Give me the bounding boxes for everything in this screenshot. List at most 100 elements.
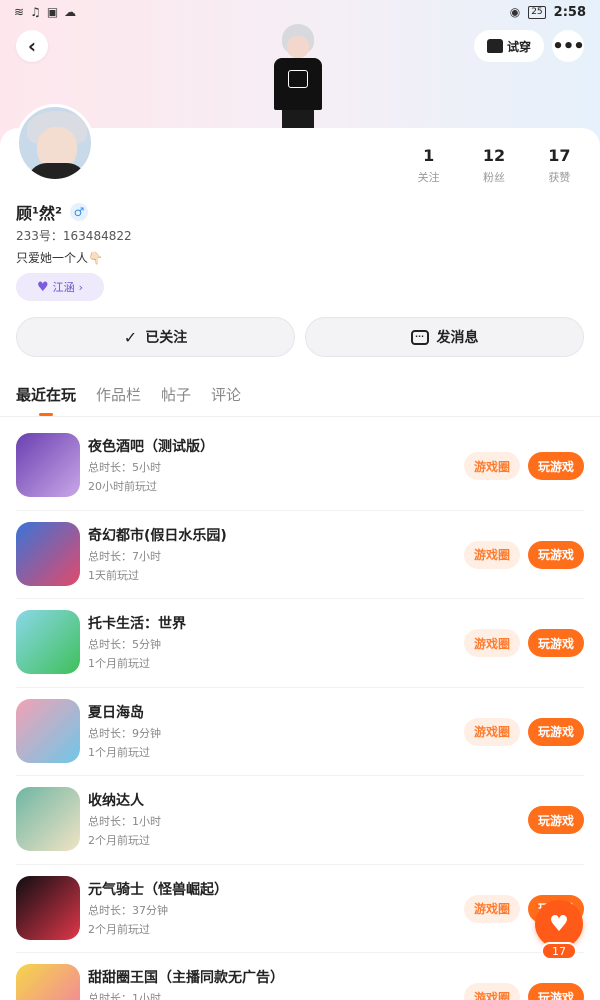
game-last-played: 2个月前玩过 — [88, 834, 150, 847]
game-circle-button[interactable]: 游戏圈 — [464, 629, 520, 657]
tag-label: 江涵 — [52, 281, 75, 294]
back-arrow-icon: ‹ — [27, 34, 37, 58]
game-row[interactable]: 夜色酒吧（测试版） 总时长：5小时 20小时前玩过 游戏圈 玩游戏 — [16, 422, 584, 511]
name-row: 顾¹然² ♂ — [16, 200, 89, 224]
stat-likes[interactable]: 17 获赞 — [527, 146, 592, 185]
game-duration: 总时长：5小时 — [88, 461, 161, 474]
more-button[interactable]: ••• — [552, 30, 585, 62]
game-list: 夜色酒吧（测试版） 总时长：5小时 20小时前玩过 游戏圈 玩游戏 奇幻都市(假日水乐园)… — [0, 422, 600, 1000]
game-circle-button[interactable]: 游戏圈 — [464, 717, 520, 746]
cloud-icon: ☁ — [64, 5, 77, 19]
game-row[interactable]: 奇幻都市(假日水乐园) 总时长：7小时 1天前玩过 游戏圈 玩游戏 — [16, 511, 584, 599]
profile-bio: 只爱她一个人👇🏻 — [16, 251, 103, 265]
status-time: 2:58 — [553, 4, 586, 20]
game-icon[interactable] — [16, 698, 80, 763]
game-title: 甜甜圈王国（主播同款无广告） — [88, 970, 284, 986]
profile-stats: 1 关注 12 粉丝 17 获赞 — [396, 146, 592, 185]
play-game-button[interactable]: 玩游戏 — [528, 806, 584, 834]
heart-icon: ♥ — [36, 279, 49, 295]
game-title: 收纳达人 — [88, 793, 144, 809]
game-duration: 总时长：5分钟 — [88, 638, 161, 651]
chat-icon: ··· — [410, 329, 429, 345]
stat-following[interactable]: 1 关注 — [396, 146, 461, 185]
game-circle-button[interactable]: 游戏圈 — [464, 540, 520, 569]
stat-label: 粉丝 — [482, 171, 505, 184]
game-title: 元气骑士（怪兽崛起） — [88, 881, 228, 898]
game-row[interactable]: 托卡生活：世界 总时长：5分钟 1个月前玩过 游戏圈 玩游戏 — [16, 599, 584, 688]
try-on-label: 试穿 — [506, 39, 531, 54]
stat-label: 获赞 — [548, 171, 571, 184]
try-on-button[interactable]: 试穿 — [474, 30, 544, 62]
game-title: 托卡生活：世界 — [88, 616, 186, 632]
stat-value: 1 — [423, 146, 435, 165]
status-right: ◉ 25 2:58 — [510, 5, 586, 20]
more-dots-icon: ••• — [552, 35, 585, 57]
game-last-played: 1个月前玩过 — [88, 657, 150, 670]
status-left: ≋ ♫ ▣ ☁ — [14, 5, 76, 19]
like-button[interactable]: ♥ — [535, 900, 583, 948]
game-row[interactable]: 甜甜圈王国（主播同款无广告） 总时长：1小时 游戏圈 玩游戏 — [16, 953, 584, 1000]
game-duration: 总时长：1小时 — [88, 992, 161, 1000]
game-title: 夏日海岛 — [88, 704, 144, 721]
play-game-button[interactable]: 玩游戏 — [528, 983, 584, 1000]
game-row[interactable]: 收纳达人总时长：1小时 2个月前玩过 玩游戏 — [16, 776, 584, 865]
game-duration: 总时长：37分钟 — [88, 903, 168, 917]
status-bar: ≋ ♫ ▣ ☁ ◉ 25 2:58 — [0, 0, 600, 24]
game-icon[interactable] — [16, 964, 80, 1000]
chevron-right-icon: › — [78, 280, 84, 294]
male-icon: ♂ — [70, 203, 89, 221]
like-count: 17 — [541, 942, 577, 960]
tshirt-icon — [486, 39, 503, 53]
game-title: 奇幻都市(假日水乐园) — [88, 527, 227, 544]
tab-comments[interactable]: 评论 — [211, 384, 241, 414]
check-icon: ✓ — [123, 327, 138, 347]
profile-tabs: 最近在玩 作品栏 帖子 评论 — [16, 384, 241, 414]
tab-recently-played[interactable]: 最近在玩 — [16, 384, 76, 414]
game-last-played: 20小时前玩过 — [88, 480, 157, 493]
music-icon: ♫ — [30, 5, 41, 19]
stat-label: 关注 — [417, 171, 440, 184]
game-row[interactable]: 夏日海岛总时长：9分钟 1个月前玩过 游戏圈 玩游戏 — [16, 688, 584, 776]
stat-fans[interactable]: 12 粉丝 — [461, 146, 526, 185]
send-message-label: 发消息 — [436, 330, 479, 346]
send-message-button[interactable]: ··· 发消息 — [305, 317, 584, 357]
game-icon[interactable] — [16, 787, 80, 851]
play-game-button[interactable]: 玩游戏 — [528, 452, 584, 480]
photo-icon: ▣ — [46, 5, 59, 19]
game-circle-button[interactable]: 游戏圈 — [464, 452, 520, 480]
game-title: 夜色酒吧（测试版） — [88, 439, 214, 455]
play-game-button[interactable]: 玩游戏 — [528, 717, 584, 746]
divider — [0, 416, 600, 417]
wifi-icon: ≋ — [14, 5, 25, 19]
followed-label: 已关注 — [145, 330, 188, 346]
game-icon[interactable] — [16, 875, 80, 940]
stat-value: 12 — [482, 146, 506, 165]
play-game-button[interactable]: 玩游戏 — [528, 540, 584, 569]
game-icon[interactable] — [16, 521, 80, 586]
avatar[interactable] — [16, 104, 94, 182]
followed-button[interactable]: ✓ 已关注 — [16, 317, 295, 357]
back-button[interactable]: ‹ — [16, 30, 48, 62]
game-last-played: 2个月前玩过 — [88, 922, 150, 936]
game-circle-button[interactable]: 游戏圈 — [464, 983, 520, 1000]
game-row[interactable]: 元气骑士（怪兽崛起）总时长：37分钟2个月前玩过游戏圈玩游戏 — [16, 865, 584, 953]
profile-uid: 233号：163484822 — [16, 229, 132, 243]
game-last-played: 1天前玩过 — [88, 568, 139, 582]
game-duration: 总时长：9分钟 — [88, 726, 161, 740]
profile-name: 顾¹然² — [16, 204, 63, 223]
heart-icon: ♥ — [549, 911, 569, 937]
game-duration: 总时长：1小时 — [88, 815, 161, 828]
stat-value: 17 — [548, 146, 571, 165]
play-game-button[interactable]: 玩游戏 — [528, 629, 584, 657]
battery-icon: 25 — [528, 5, 546, 19]
game-last-played: 1个月前玩过 — [88, 745, 150, 759]
game-icon[interactable] — [16, 433, 80, 497]
game-duration: 总时长：7小时 — [88, 549, 161, 563]
game-circle-button[interactable]: 游戏圈 — [464, 894, 520, 923]
tab-posts[interactable]: 帖子 — [161, 384, 191, 414]
eye-icon: ◉ — [509, 5, 521, 19]
character-figure — [268, 24, 328, 130]
tab-works[interactable]: 作品栏 — [96, 384, 141, 414]
game-icon[interactable] — [16, 610, 80, 674]
relationship-tag[interactable]: ♥ 江涵 › — [16, 273, 104, 301]
